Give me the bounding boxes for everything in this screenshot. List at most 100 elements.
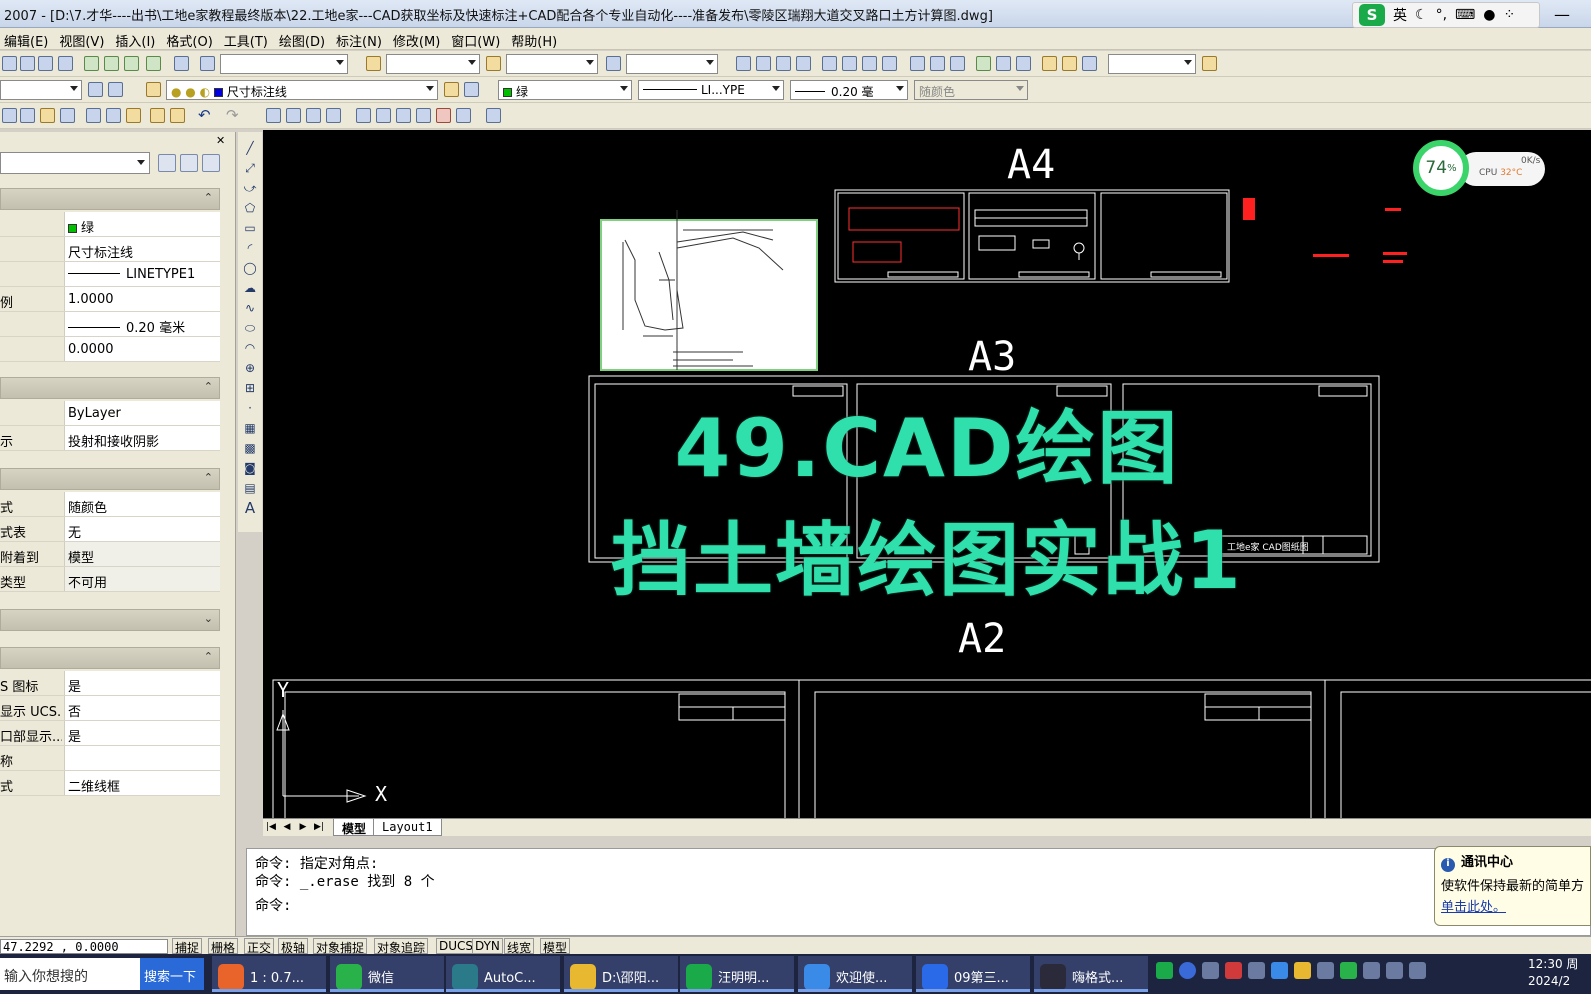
point-icon[interactable]: · (242, 400, 258, 416)
property-row[interactable]: 类型 不可用 (0, 567, 220, 592)
tab-model[interactable]: 模型 (333, 819, 376, 836)
jogged-dim-icon[interactable] (842, 56, 857, 71)
spline-icon[interactable]: ∿ (242, 300, 258, 316)
table-style-icon[interactable] (606, 56, 621, 71)
property-row[interactable]: 0.0000 (0, 337, 220, 362)
property-value[interactable]: 1.0000 (64, 287, 220, 311)
close-icon[interactable]: ✕ (216, 134, 225, 147)
render-icon[interactable] (104, 56, 119, 71)
calculator-icon[interactable] (456, 108, 471, 123)
table-icon[interactable]: ▤ (242, 480, 258, 496)
circle-icon[interactable]: ◯ (242, 260, 258, 276)
menu-tools[interactable]: 工具(T) (220, 28, 275, 50)
plotstyle-dropdown[interactable]: 随颜色 (914, 80, 1028, 100)
taskbar-app-button[interactable]: 嗨格式... (1034, 956, 1148, 992)
open-file-icon[interactable] (20, 56, 35, 71)
menu-insert[interactable]: 插入(I) (111, 28, 162, 50)
taskbar-app-button[interactable]: AutoC... (446, 956, 560, 992)
wechat-tray-icon[interactable] (1340, 962, 1357, 979)
property-value[interactable]: 否 (64, 696, 220, 720)
chevron-up-icon[interactable]: ⌃ (204, 650, 213, 663)
layer-previous-icon[interactable] (464, 82, 479, 97)
menu-draw[interactable]: 绘图(D) (275, 28, 332, 50)
layer-manager-icon[interactable] (146, 82, 161, 97)
property-row[interactable]: 附着到 模型 (0, 542, 220, 567)
menu-dimension[interactable]: 标注(N) (332, 28, 389, 50)
notification-link[interactable]: 单击此处。 (1441, 896, 1590, 915)
markup-icon[interactable] (436, 108, 451, 123)
help-tray-icon[interactable] (1179, 962, 1196, 979)
taskbar-app-button[interactable]: 09第三... (916, 956, 1030, 992)
save-icon[interactable] (38, 56, 53, 71)
plot-icon[interactable] (58, 56, 73, 71)
property-row[interactable]: 绿 (0, 212, 220, 237)
minimize-button[interactable]: — (1542, 2, 1582, 26)
command-window[interactable]: 命令: 指定对角点: 命令: _.erase 找到 8 个 命令: (246, 848, 1591, 936)
property-row[interactable]: 式 随颜色 (0, 492, 220, 517)
property-value[interactable]: 无 (64, 517, 220, 541)
diameter-dim-icon[interactable] (862, 56, 877, 71)
battery-icon[interactable] (1409, 962, 1426, 979)
property-row[interactable]: 0.20 毫米 (0, 312, 220, 337)
aligned-dim-icon[interactable] (756, 56, 771, 71)
property-row[interactable]: ByLayer (0, 401, 220, 426)
view-dropdown[interactable] (220, 54, 348, 74)
cloud-tray-icon[interactable] (1202, 962, 1219, 979)
linetype-dropdown[interactable]: LI...YPE (638, 80, 784, 100)
lights-icon[interactable] (146, 56, 161, 71)
chevron-up-icon[interactable]: ⌃ (204, 191, 213, 204)
menu-edit[interactable]: 编辑(E) (0, 28, 55, 50)
chevron-up-icon[interactable]: ⌃ (204, 471, 213, 484)
moon-icon[interactable]: ☾ (1415, 7, 1428, 23)
zoom-window-icon[interactable] (306, 108, 321, 123)
security-tray-icon[interactable] (1294, 962, 1311, 979)
paste-icon[interactable] (40, 108, 55, 123)
continue-dim-icon[interactable] (950, 56, 965, 71)
property-row[interactable]: 示 投射和接收阴影 (0, 426, 220, 451)
osnap-toggle[interactable]: 对象捕捉 (313, 938, 368, 955)
polyline-icon[interactable]: ⤻ (242, 180, 258, 196)
line-icon[interactable]: ╱ (242, 140, 258, 156)
record-tray-icon[interactable] (1225, 962, 1242, 979)
property-section-header[interactable]: ⌃ (0, 647, 220, 669)
hatch-icon[interactable]: ▦ (242, 420, 258, 436)
color-dropdown[interactable]: 绿 (498, 80, 632, 100)
search-input[interactable]: 输入你想搜的 (0, 958, 140, 990)
paste-clip-icon[interactable] (126, 108, 141, 123)
property-section-header[interactable]: ⌃ (0, 188, 220, 210)
sogou-tray-icon[interactable] (1156, 962, 1173, 979)
make-block-icon[interactable]: ⊞ (242, 380, 258, 396)
property-row[interactable]: 式 二维线框 (0, 771, 220, 796)
ellipse-icon[interactable]: ⬭ (242, 320, 258, 336)
communication-center-balloon[interactable]: i 通讯中心 使软件保持最新的简单方 单击此处。 (1434, 846, 1591, 926)
dyn-toggle[interactable]: DYN (472, 938, 503, 954)
prev-tab-icon[interactable]: ◀ (281, 822, 293, 834)
select-objects-button[interactable] (180, 154, 198, 172)
otrack-toggle[interactable]: 对象追踪 (374, 938, 429, 955)
region-icon[interactable]: ◙ (242, 460, 258, 476)
property-row[interactable]: 例 1.0000 (0, 287, 220, 312)
ducs-toggle[interactable]: DUCS (436, 938, 477, 954)
copy-clip-icon[interactable] (106, 108, 121, 123)
zoom-realtime-icon[interactable] (286, 108, 301, 123)
pan-icon[interactable] (266, 108, 281, 123)
arc-icon[interactable]: ◜ (242, 240, 258, 256)
property-value[interactable]: 不可用 (64, 567, 220, 591)
grid-toggle[interactable]: 栅格 (208, 938, 239, 955)
dim-edit-icon[interactable] (1042, 56, 1057, 71)
network-icon[interactable] (1386, 962, 1403, 979)
menu-window[interactable]: 窗口(W) (447, 28, 507, 50)
system-monitor-widget[interactable]: 0K/s CPU 32°C 74% (1413, 140, 1545, 196)
taskbar-app-button[interactable]: 微信 (330, 956, 444, 992)
lineweight-toggle[interactable]: 线宽 (504, 938, 535, 955)
display-tray-icon[interactable] (1248, 962, 1265, 979)
ellipse-arc-icon[interactable]: ◠ (242, 340, 258, 356)
workspace-settings-icon[interactable] (88, 82, 103, 97)
property-row[interactable]: 显示 UCS... 否 (0, 696, 220, 721)
keyboard-icon[interactable]: ⌨ (1455, 7, 1475, 23)
object-type-dropdown[interactable] (0, 152, 150, 174)
text-style-icon[interactable] (366, 56, 381, 71)
match-brush-icon[interactable] (150, 108, 165, 123)
property-value[interactable]: 模型 (64, 542, 220, 566)
taskbar-app-button[interactable]: 汪明明... (680, 956, 794, 992)
